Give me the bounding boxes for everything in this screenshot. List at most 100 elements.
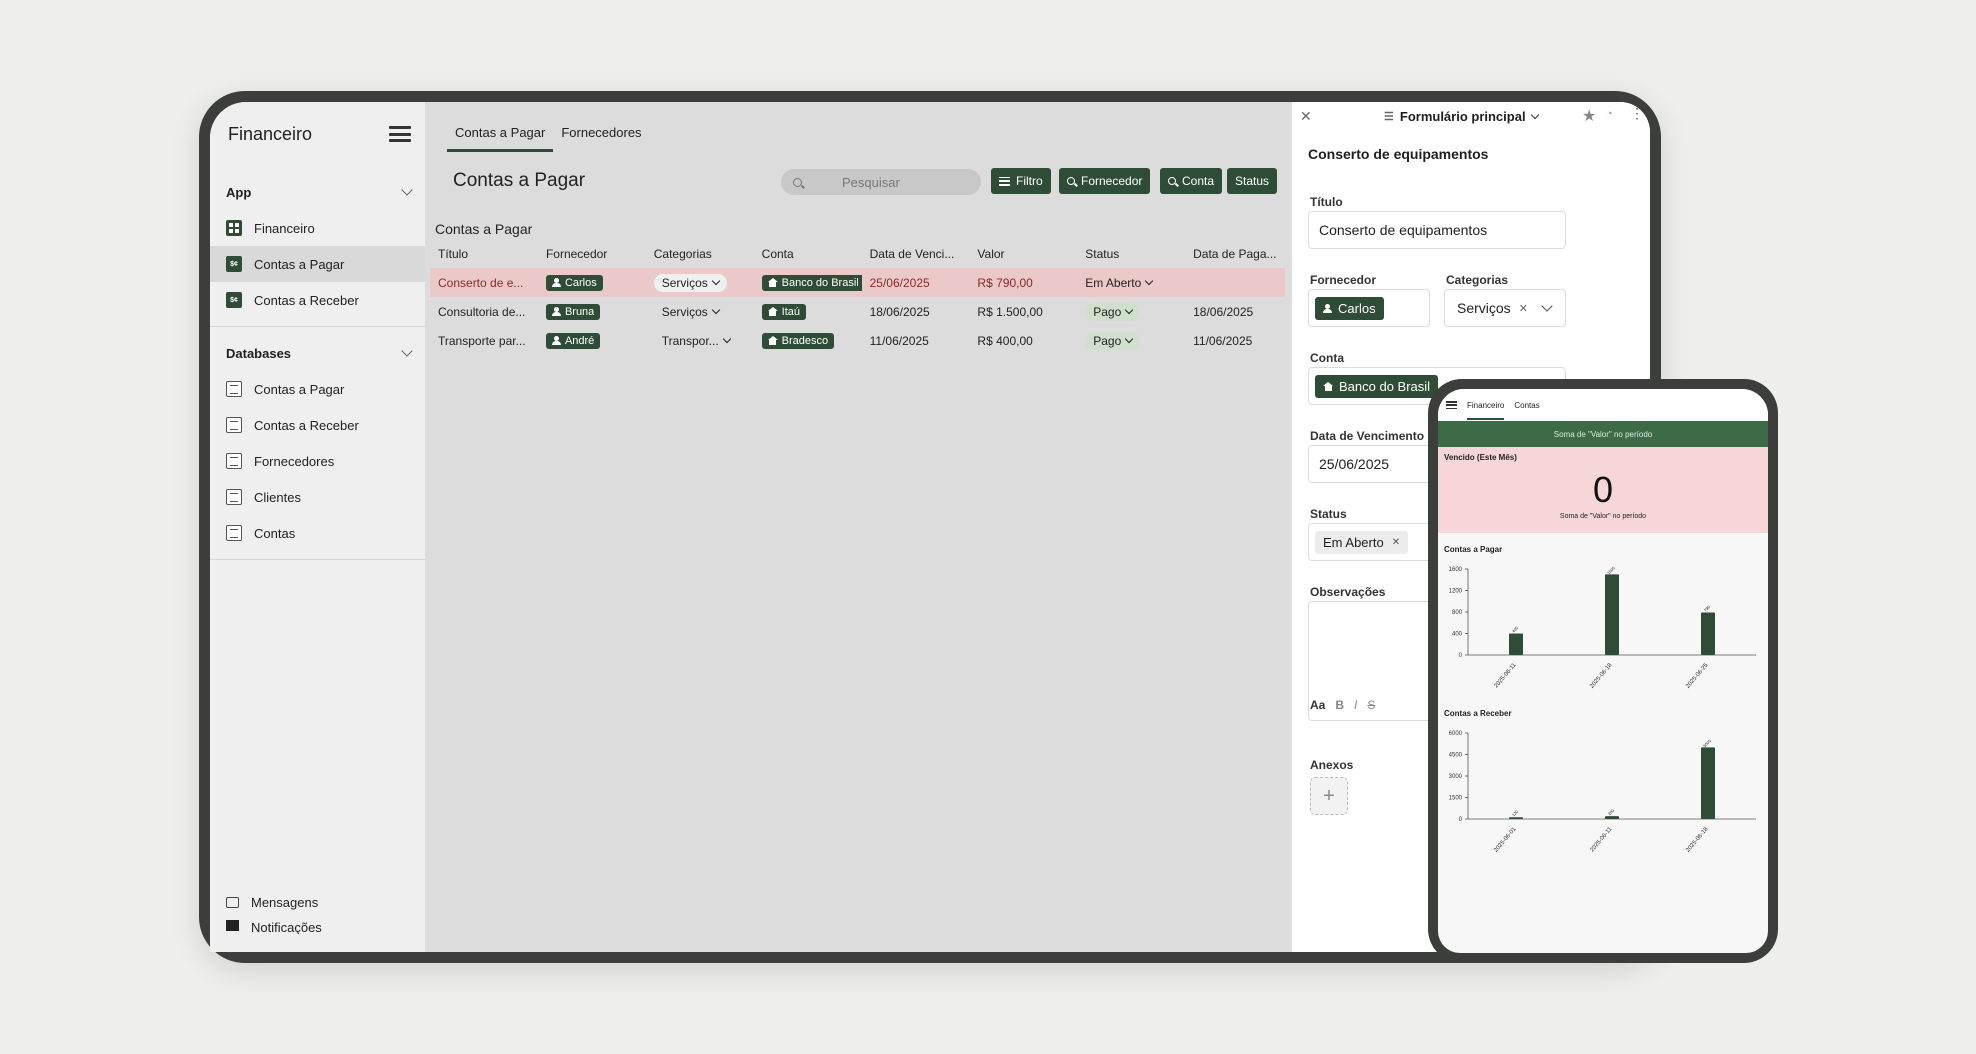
chevron-down-icon — [1541, 300, 1553, 312]
column-header[interactable]: Categorias — [646, 240, 754, 268]
sidebar-item-label: Contas a Receber — [254, 417, 359, 433]
x-tick-label: 2025-06-18 — [1685, 826, 1710, 854]
button-label: Filtro — [1016, 174, 1043, 188]
button-label: Status — [1235, 174, 1270, 188]
categorias-field[interactable]: Serviços ✕ — [1444, 289, 1566, 327]
cell-pagamento — [1185, 268, 1285, 297]
sidebar-header: Financeiro — [210, 102, 425, 166]
titulo-input[interactable]: Conserto de equipamentos — [1308, 211, 1566, 249]
sidebar-item-financeiro[interactable]: Financeiro — [210, 210, 425, 246]
kpi-caption: Soma de "Valor" no período — [1559, 513, 1647, 520]
account-chip[interactable]: Banco do Brasil — [1315, 374, 1439, 398]
search-icon — [1168, 177, 1176, 185]
search-input[interactable]: Pesquisar — [781, 169, 981, 195]
status-pill[interactable]: Em Aberto — [1085, 274, 1160, 292]
category-pill[interactable]: Serviços — [654, 303, 727, 321]
phone-tab-financeiro[interactable]: Financeiro — [1467, 401, 1505, 420]
section-app[interactable]: App — [210, 174, 425, 210]
star-icon[interactable]: ★ — [1582, 106, 1596, 126]
tab-contas-a-pagar[interactable]: Contas a Pagar — [447, 125, 554, 152]
account-chip[interactable]: Itaú — [761, 303, 807, 320]
y-tick-label: 1200 — [1449, 589, 1463, 595]
chip-label: Bradesco — [781, 334, 829, 347]
phone-tab-contas[interactable]: Contas — [1514, 401, 1539, 410]
sidebar-db-clientes[interactable]: Clientes — [210, 479, 425, 515]
chevron-down-icon — [1125, 305, 1134, 315]
table-icon — [226, 381, 242, 397]
fornecedor-field[interactable]: Carlos — [1308, 289, 1430, 327]
chevron-down-icon — [401, 184, 413, 196]
account-chip[interactable]: Banco do Brasil — [761, 274, 862, 291]
column-header[interactable]: Data de Paga... — [1185, 240, 1285, 268]
search-placeholder: Pesquisar — [842, 174, 900, 190]
close-icon[interactable]: ✕ — [1300, 108, 1312, 125]
status-tag[interactable]: Em Aberto ✕ — [1315, 530, 1409, 554]
menu-icon[interactable] — [389, 126, 411, 142]
panel-header: ✕ ☰ Formulário principal ★ ◔ ⋮ — [1292, 102, 1650, 130]
cell-conta: Itaú — [754, 297, 862, 326]
bank-icon — [767, 278, 778, 287]
pill-label: Serviços — [661, 304, 708, 319]
sidebar-db-contas[interactable]: Contas — [210, 515, 425, 551]
strikethrough-button[interactable]: S — [1367, 698, 1375, 712]
sidebar-item-mensagens[interactable]: Mensagens — [210, 884, 425, 920]
sidebar-item-label: Fornecedores — [254, 453, 335, 469]
sidebar-db-fornecedores[interactable]: Fornecedores — [210, 443, 425, 479]
supplier-chip[interactable]: Carlos — [1315, 296, 1384, 320]
column-header[interactable]: Fornecedor — [538, 240, 646, 268]
cell-status: Em Aberto — [1077, 268, 1186, 297]
conta-button[interactable]: Conta — [1160, 168, 1223, 194]
field-label: Título — [1310, 195, 1343, 209]
column-header[interactable]: Status — [1077, 240, 1185, 268]
more-icon[interactable]: ⋮ — [1630, 105, 1644, 122]
cell-status: Pago — [1077, 297, 1185, 326]
table-row[interactable]: Conserto de e... Carlos Serviços Banco d… — [430, 268, 1285, 297]
fornecedor-button[interactable]: Fornecedor — [1059, 168, 1151, 194]
column-header[interactable]: Conta — [754, 240, 862, 268]
sidebar-db-contas-a-receber[interactable]: Contas a Receber — [210, 407, 425, 443]
sidebar-item-contas-a-receber[interactable]: $¢ Contas a Receber — [210, 282, 425, 318]
category-pill[interactable]: Transpor... — [654, 332, 738, 350]
sidebar-bottom: Mensagens Notificações — [210, 884, 425, 934]
status-pill[interactable]: Pago — [1085, 302, 1141, 321]
pill-label: Serviços — [661, 275, 708, 290]
form-selector[interactable]: ☰ Formulário principal — [1384, 109, 1539, 124]
column-header[interactable]: Título — [430, 240, 538, 268]
account-chip[interactable]: Bradesco — [761, 332, 835, 349]
kpi-card: Vencido (Este Mês) 0 Soma de "Valor" no … — [1438, 447, 1768, 533]
sidebar-item-label: Contas a Pagar — [254, 256, 345, 272]
bank-icon — [767, 336, 778, 345]
rss-icon[interactable]: ◔ — [1606, 108, 1613, 120]
table-row[interactable]: Transporte par... André Transpor... Brad… — [430, 326, 1285, 355]
column-header[interactable]: Valor — [969, 240, 1077, 268]
sidebar-item-notificacoes[interactable]: Notificações — [210, 920, 425, 934]
add-attachment-button[interactable]: + — [1310, 777, 1348, 815]
remove-icon[interactable]: ✕ — [1519, 302, 1528, 315]
italic-button[interactable]: I — [1354, 698, 1357, 712]
category-pill[interactable]: Serviços — [653, 273, 727, 292]
filter-button[interactable]: Filtro — [991, 168, 1051, 194]
menu-icon[interactable] — [1446, 401, 1457, 409]
supplier-chip[interactable]: Bruna — [545, 303, 601, 320]
toolbar: Contas a Pagar Pesquisar Filtro Forneced… — [425, 160, 1285, 200]
status-button[interactable]: Status — [1227, 168, 1278, 194]
supplier-chip[interactable]: André — [545, 332, 601, 349]
divider — [210, 326, 425, 327]
sidebar-item-contas-a-pagar[interactable]: $¢ Contas a Pagar — [210, 246, 425, 282]
tab-fornecedores[interactable]: Fornecedores — [553, 125, 649, 152]
field-label: Observações — [1310, 585, 1386, 599]
cell-status: Pago — [1077, 326, 1185, 355]
pill-label: Pago — [1093, 333, 1122, 348]
table-row[interactable]: Consultoria de... Bruna Serviços Itaú 18… — [430, 297, 1285, 326]
status-pill[interactable]: Pago — [1085, 331, 1141, 350]
section-databases[interactable]: Databases — [210, 335, 425, 371]
app-title: Financeiro — [228, 123, 313, 144]
column-header[interactable]: Data de Venci... — [862, 240, 970, 268]
remove-icon[interactable]: ✕ — [1392, 537, 1400, 548]
search-icon — [793, 177, 802, 187]
bold-button[interactable]: B — [1335, 698, 1344, 712]
format-text-button[interactable]: Aa — [1310, 698, 1325, 712]
divider — [210, 559, 425, 560]
sidebar-db-contas-a-pagar[interactable]: Contas a Pagar — [210, 371, 425, 407]
supplier-chip[interactable]: Carlos — [545, 274, 603, 291]
